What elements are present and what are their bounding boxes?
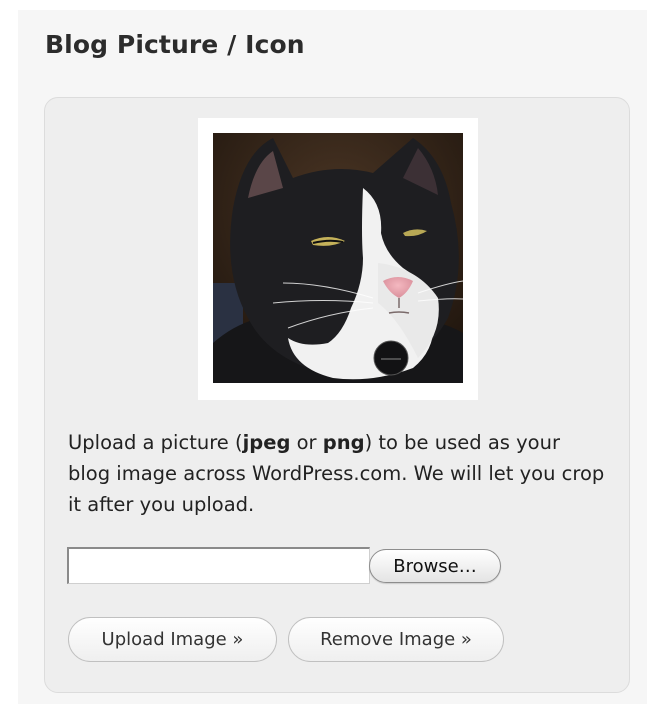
blog-picture-preview bbox=[198, 118, 478, 400]
remove-image-button[interactable]: Remove Image » bbox=[288, 617, 504, 662]
jpeg-format-label: jpeg bbox=[242, 431, 291, 454]
png-format-label: png bbox=[322, 431, 365, 454]
browse-button[interactable]: Browse… bbox=[369, 549, 501, 583]
upload-image-button[interactable]: Upload Image » bbox=[68, 617, 277, 662]
file-path-input[interactable] bbox=[67, 547, 370, 584]
instructions-text-or: or bbox=[290, 431, 323, 454]
upload-instructions: Upload a picture (jpeg or png) to be use… bbox=[68, 427, 608, 520]
instructions-text-start: Upload a picture ( bbox=[68, 431, 243, 454]
blog-picture-image bbox=[213, 133, 463, 383]
section-title: Blog Picture / Icon bbox=[45, 30, 305, 59]
